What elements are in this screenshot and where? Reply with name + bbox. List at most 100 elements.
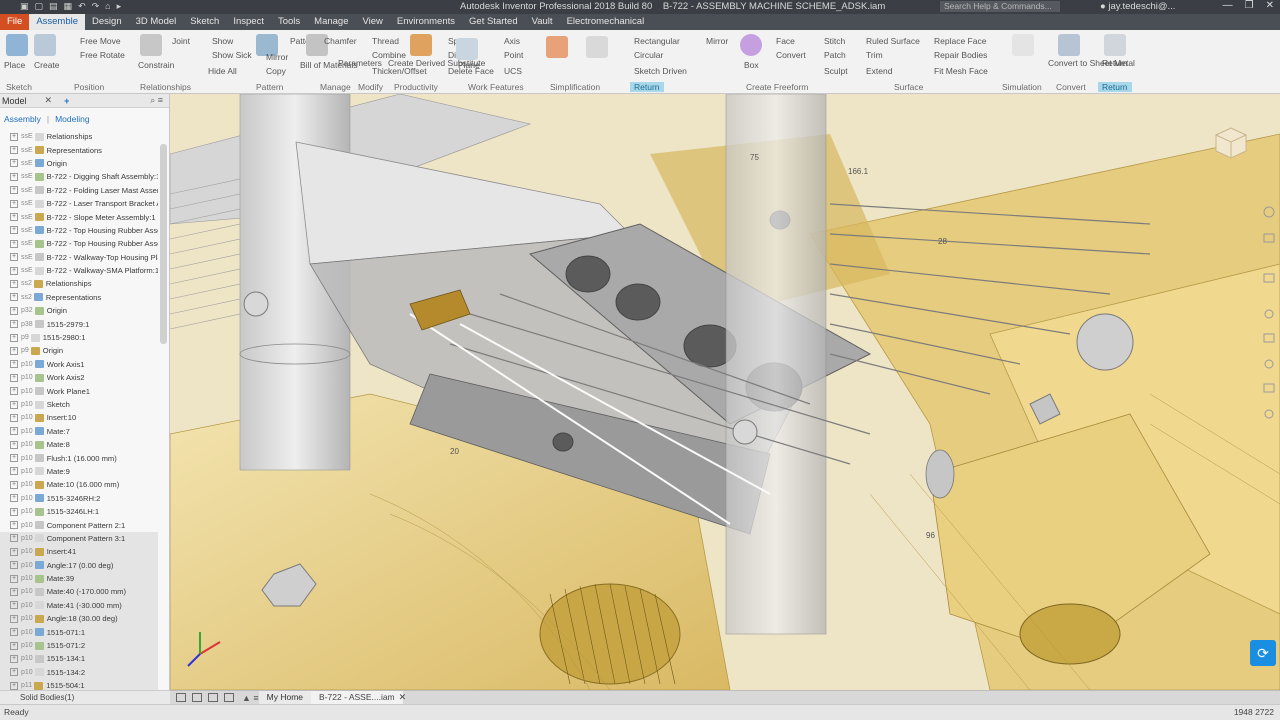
tree-row[interactable]: + p9 Origin	[0, 344, 158, 357]
expand-icon[interactable]: +	[10, 360, 18, 369]
tree-row[interactable]: + p10 1515-071:2	[0, 638, 158, 653]
expand-icon[interactable]: +	[10, 266, 18, 275]
sketch-driven-button[interactable]: Sketch Driven	[634, 66, 687, 76]
expand-icon[interactable]: +	[10, 454, 18, 463]
arrange-icon[interactable]	[208, 693, 218, 702]
box-icon[interactable]	[740, 34, 762, 56]
tree-row[interactable]: + p10 1515-3246LH:1	[0, 505, 158, 518]
replace-face-button[interactable]: Replace Face	[934, 36, 986, 46]
create-icon[interactable]	[34, 34, 56, 56]
expand-icon[interactable]: +	[10, 628, 18, 637]
sheet-metal-icon[interactable]	[1058, 34, 1080, 56]
tree-row[interactable]: + p10 1515-134:2	[0, 665, 158, 680]
patch-button[interactable]: Patch	[824, 50, 846, 60]
expand-icon[interactable]: +	[10, 413, 18, 422]
constrain-icon[interactable]	[140, 34, 162, 56]
expand-icon[interactable]: +	[10, 494, 18, 503]
joint-button[interactable]: Joint	[172, 36, 190, 46]
tree-row[interactable]: + p10 Mate:7	[0, 425, 158, 438]
mirror-button[interactable]: Mirror	[266, 52, 288, 62]
split-icon[interactable]	[224, 693, 234, 702]
box-button[interactable]: Box	[744, 60, 759, 70]
expand-icon[interactable]: +	[10, 654, 18, 663]
tree-row[interactable]: + p10 Work Plane1	[0, 384, 158, 397]
mirror-pattern-button[interactable]: Mirror	[706, 36, 728, 46]
tab-modeling[interactable]: Modeling	[55, 114, 90, 124]
select-icon[interactable]: ▸	[117, 1, 122, 12]
ruled-surface-button[interactable]: Ruled Surface	[866, 36, 920, 46]
convert-button[interactable]: Convert	[776, 50, 806, 60]
tab-design[interactable]: Design	[85, 14, 129, 30]
save-icon[interactable]: ▦	[64, 1, 73, 12]
tree-row[interactable]: + p10 1515-3246RH:2	[0, 492, 158, 505]
expand-icon[interactable]: +	[10, 279, 18, 288]
expand-icon[interactable]: +	[10, 186, 18, 195]
tree-row[interactable]: + p10 Flush:1 (16.000 mm)	[0, 451, 158, 464]
circular-button[interactable]: Circular	[634, 50, 663, 60]
place-button[interactable]: Place	[4, 60, 25, 70]
tree-row[interactable]: + p10 Mate:8	[0, 438, 158, 451]
constrain-button[interactable]: Constrain	[138, 60, 174, 70]
tree-row[interactable]: + p10 Mate:9	[0, 465, 158, 478]
create-button[interactable]: Create	[34, 60, 60, 70]
tree-row[interactable]: + p10 Angle:18 (30.00 deg)	[0, 612, 158, 626]
viewcube-icon[interactable]	[1212, 124, 1250, 162]
help-chat-icon[interactable]: ⟳	[1250, 640, 1276, 666]
sculpt-button[interactable]: Sculpt	[824, 66, 848, 76]
expand-icon[interactable]: +	[10, 373, 18, 382]
tree-row[interactable]: +ssE B-722 - Folding Laser Mast Assembly	[0, 184, 158, 197]
show-button[interactable]: Show	[212, 36, 233, 46]
tree-row[interactable]: + ssE Representations	[0, 143, 158, 156]
tree-row[interactable]: +ssE B-722 - Laser Transport Bracket Asse…	[0, 197, 158, 210]
tree-row[interactable]: + p10 Mate:40 (-170.000 mm)	[0, 585, 158, 599]
tree-row[interactable]: + p10 1515-071:1	[0, 625, 158, 639]
search-icon[interactable]: ⌕ ≡	[150, 95, 163, 106]
tab-3d-model[interactable]: 3D Model	[129, 14, 184, 30]
tree-row[interactable]: +ssE B-722 - Walkway-Top Housing Platform	[0, 251, 158, 264]
expand-icon[interactable]: +	[10, 614, 18, 623]
expand-icon[interactable]: +	[10, 521, 18, 530]
trim-button[interactable]: Trim	[866, 50, 883, 60]
tab-tools[interactable]: Tools	[271, 14, 307, 30]
expand-icon[interactable]: +	[10, 253, 18, 262]
tab-active-document[interactable]: B-722 - ASSE....iam	[311, 691, 403, 704]
create-derived-icon[interactable]	[410, 34, 432, 56]
redo-icon[interactable]: ↷	[92, 1, 100, 12]
tree-row[interactable]: + ssE B-722 - Slope Meter Assembly:1	[0, 210, 158, 223]
expand-icon[interactable]: +	[10, 507, 18, 516]
tree-row[interactable]: + ssE Relationships	[0, 130, 158, 143]
tab-vault[interactable]: Vault	[525, 14, 560, 30]
help-search-input[interactable]: Search Help & Commands...	[940, 1, 1060, 12]
expand-icon[interactable]: +	[10, 132, 18, 141]
close-tab-icon[interactable]: ✕	[399, 692, 407, 703]
close-icon[interactable]: ✕	[1266, 0, 1274, 11]
simplify-icon[interactable]	[586, 36, 608, 58]
point-button[interactable]: Point	[504, 50, 523, 60]
navigation-bar[interactable]	[1260, 194, 1278, 444]
tree-row[interactable]: + ssE B-722 - Digging Shaft Assembly:1	[0, 170, 158, 183]
simulation-icon[interactable]	[1012, 34, 1034, 56]
expand-icon[interactable]: +	[10, 587, 18, 596]
expand-icon[interactable]: +	[10, 561, 18, 570]
expand-icon[interactable]: +	[10, 239, 18, 248]
app-menu-icon[interactable]: ▣	[20, 1, 29, 12]
fit-mesh-face-button[interactable]: Fit Mesh Face	[934, 66, 988, 76]
new-icon[interactable]: ▢	[35, 1, 44, 12]
tab-assembly[interactable]: Assembly	[4, 114, 41, 124]
free-rotate-button[interactable]: Free Rotate	[80, 50, 125, 60]
expand-icon[interactable]: +	[10, 467, 18, 476]
tree-row[interactable]: + p10 Insert:10	[0, 411, 158, 424]
undo-icon[interactable]: ↶	[78, 1, 86, 12]
tab-manage[interactable]: Manage	[307, 14, 355, 30]
expand-icon[interactable]: +	[10, 199, 18, 208]
tree-row[interactable]: + p10 Component Pattern 2:1	[0, 518, 158, 531]
user-account[interactable]: ● jay.tedeschi@...	[1100, 1, 1175, 12]
copy-button[interactable]: Copy	[266, 66, 286, 76]
shrinkwrap-icon[interactable]	[546, 36, 568, 58]
repair-bodies-button[interactable]: Repair Bodies	[934, 50, 987, 60]
tree-row[interactable]: + p10 Component Pattern 3:1	[0, 531, 158, 546]
expand-icon[interactable]: +	[10, 547, 18, 556]
tree-row[interactable]: +ssE B-722 - Top Housing Rubber Assembly	[0, 237, 158, 250]
tree-row[interactable]: + p32 Origin	[0, 304, 158, 317]
expand-icon[interactable]: +	[10, 480, 18, 489]
